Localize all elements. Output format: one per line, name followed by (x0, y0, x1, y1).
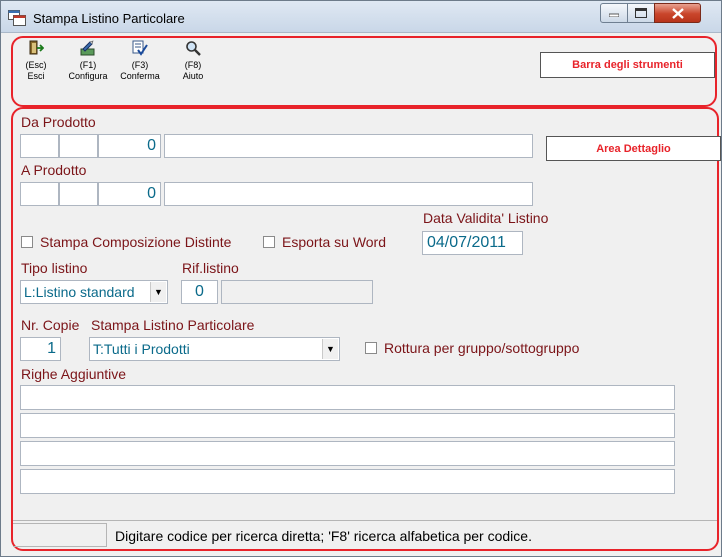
stampa-composizione-checkbox[interactable] (21, 236, 33, 248)
app-window-icon (8, 10, 26, 26)
nr-copie-label: Nr. Copie (21, 317, 80, 333)
stampa-listino-select[interactable]: T:Tutti i Prodotti ▼ (89, 337, 340, 361)
toolbar-annotation: Barra degli strumenti (540, 52, 715, 78)
rif-listino-number[interactable]: 0 (181, 280, 218, 304)
stampa-composizione-label: Stampa Composizione Distinte (40, 234, 232, 250)
configure-tool-key: (F1) (79, 60, 97, 70)
exit-door-icon (29, 40, 44, 55)
righe-aggiuntive-line-4[interactable] (20, 469, 675, 494)
maximize-icon (635, 8, 647, 18)
help-tool-key: (F8) (184, 60, 202, 70)
rif-listino-description (221, 280, 373, 304)
exit-tool-label: Esci (27, 71, 45, 81)
da-prodotto-number[interactable]: 0 (98, 134, 161, 158)
esporta-word-checkbox[interactable] (263, 236, 275, 248)
stampa-listino-label: Stampa Listino Particolare (91, 317, 255, 333)
maximize-button[interactable] (627, 3, 655, 23)
minimize-icon (609, 13, 619, 17)
rottura-checkbox[interactable] (365, 342, 377, 354)
esporta-word-label: Esporta su Word (282, 234, 387, 250)
confirm-tool-label: Conferma (120, 71, 160, 81)
close-button[interactable] (654, 3, 701, 23)
a-prodotto-segment-2[interactable] (59, 182, 98, 206)
righe-aggiuntive-line-3[interactable] (20, 441, 675, 466)
da-prodotto-description[interactable] (164, 134, 533, 158)
righe-aggiuntive-line-1[interactable] (20, 385, 675, 410)
status-panel (13, 523, 107, 547)
configure-tool-label: Configura (68, 71, 108, 81)
righe-aggiuntive-label: Righe Aggiuntive (21, 366, 127, 382)
minimize-button[interactable] (600, 3, 628, 23)
help-tool-label: Aiuto (182, 71, 204, 81)
da-prodotto-segment-2[interactable] (59, 134, 98, 158)
rottura-label: Rottura per gruppo/sottogruppo (384, 340, 580, 356)
stampa-listino-value: T:Tutti i Prodotti (93, 341, 190, 357)
close-icon (671, 7, 684, 19)
confirm-tool-button[interactable]: (F3) Conferma (116, 40, 164, 82)
a-prodotto-description[interactable] (164, 182, 533, 206)
data-validita-input[interactable]: 04/07/2011 (422, 231, 523, 255)
data-validita-label: Data Validita' Listino (423, 210, 549, 226)
confirm-tool-key: (F3) (131, 60, 149, 70)
configure-icon (80, 40, 95, 56)
status-bar: Digitare codice per ricerca diretta; 'F8… (13, 520, 717, 548)
tipo-listino-value: L:Listino standard (24, 284, 135, 300)
tipo-listino-label: Tipo listino (21, 260, 88, 276)
rif-listino-label: Rif.listino (182, 260, 239, 276)
a-prodotto-number[interactable]: 0 (98, 182, 161, 206)
chevron-down-icon[interactable]: ▼ (322, 339, 338, 359)
chevron-down-icon[interactable]: ▼ (150, 282, 166, 302)
magnifier-icon (186, 41, 201, 56)
exit-tool-button[interactable]: (Esc) Esci (21, 40, 51, 82)
confirm-icon (132, 40, 148, 56)
window-title: Stampa Listino Particolare (33, 11, 185, 26)
tipo-listino-select[interactable]: L:Listino standard ▼ (20, 280, 168, 304)
da-prodotto-label: Da Prodotto (21, 114, 96, 130)
a-prodotto-label: A Prodotto (21, 162, 87, 178)
a-prodotto-segment-1[interactable] (20, 182, 59, 206)
status-message: Digitare codice per ricerca diretta; 'F8… (115, 528, 532, 544)
configure-tool-button[interactable]: (F1) Configura (66, 40, 110, 82)
da-prodotto-segment-1[interactable] (20, 134, 59, 158)
righe-aggiuntive-line-2[interactable] (20, 413, 675, 438)
exit-tool-key: (Esc) (25, 60, 47, 70)
nr-copie-input[interactable]: 1 (20, 337, 61, 361)
help-tool-button[interactable]: (F8) Aiuto (178, 40, 208, 82)
title-bar[interactable]: Stampa Listino Particolare (1, 1, 721, 33)
detail-annotation: Area Dettaglio (546, 136, 721, 161)
application-window: Stampa Listino Particolare (Esc) Esci (F… (0, 0, 722, 557)
